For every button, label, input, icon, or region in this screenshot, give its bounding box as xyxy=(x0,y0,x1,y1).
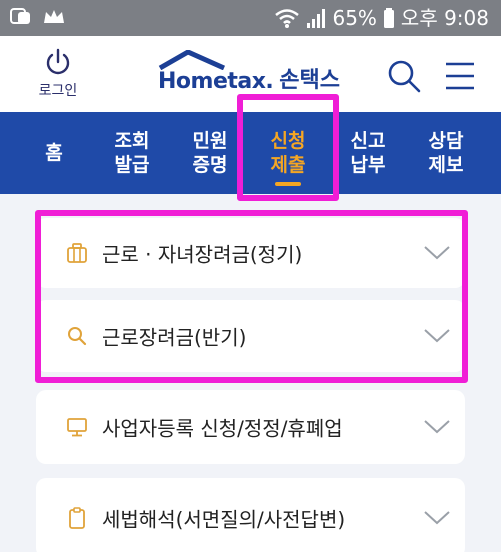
list-item[interactable]: 근로 · 자녀장려금(정기) xyxy=(36,218,465,288)
status-right-icons: 65% 오후 9:08 xyxy=(274,5,489,31)
crown-icon xyxy=(44,10,64,23)
nav-label: 신청 xyxy=(270,130,306,152)
nav-label: 조회 xyxy=(114,130,150,152)
wifi-icon xyxy=(275,9,300,28)
chevron-down-icon xyxy=(424,511,450,525)
list-item-label: 사업자등록 신청/정정/휴폐업 xyxy=(102,416,343,441)
battery-percent: 65% xyxy=(332,6,377,30)
list-item-label: 세법해석(서면질의/사전답변) xyxy=(102,507,346,532)
house-roof-icon xyxy=(158,50,226,70)
signal-icon xyxy=(307,9,326,28)
battery-icon xyxy=(383,8,394,28)
clipboard-icon xyxy=(69,507,85,529)
search-icon xyxy=(388,60,421,93)
list-item[interactable]: 사업자등록 신청/정정/휴폐업 xyxy=(36,390,465,464)
nav-item-report[interactable]: 신고 납부 xyxy=(330,112,406,194)
chevron-down-icon xyxy=(424,420,450,434)
power-icon xyxy=(46,48,70,75)
search-icon xyxy=(68,327,87,346)
list-item-label: 근로 · 자녀장려금(정기) xyxy=(102,242,303,267)
login-label: 로그인 xyxy=(38,83,78,99)
nav-item-home[interactable]: 홈 xyxy=(14,112,94,194)
nav-label: 신고 xyxy=(350,130,386,152)
app-header: 로그인 Hometax. 손택스 xyxy=(0,36,501,112)
nav-label: 민원 xyxy=(192,130,228,152)
nav-label: 발급 xyxy=(114,154,150,176)
status-bar: 65% 오후 9:08 xyxy=(0,0,501,36)
status-time: 오후 9:08 xyxy=(400,6,489,30)
nav-label: 상담 xyxy=(428,130,464,152)
list-item[interactable]: 세법해석(서면질의/사전답변) xyxy=(36,478,465,552)
chevron-down-icon xyxy=(424,246,450,260)
nav-label: 제출 xyxy=(270,154,306,176)
nav-label: 홈 xyxy=(45,142,63,164)
nav-label: 증명 xyxy=(192,154,228,176)
nav-label: 납부 xyxy=(350,154,386,176)
login-button[interactable]: 로그인 xyxy=(28,48,88,104)
logo-text: Hometax. xyxy=(158,69,274,94)
list-item-label: 근로장려금(반기) xyxy=(102,325,247,350)
nav-item-civil[interactable]: 민원 증명 xyxy=(172,112,248,194)
nav-item-inquiry[interactable]: 조회 발급 xyxy=(94,112,170,194)
menu-button[interactable] xyxy=(440,56,480,96)
status-left-icons xyxy=(10,7,66,27)
search-button[interactable] xyxy=(384,56,424,96)
monitor-icon xyxy=(67,418,87,437)
nav-item-consult[interactable]: 상담 제보 xyxy=(408,112,484,194)
main-nav: 홈 조회 발급 민원 증명 신청 제출 신고 납부 상담 제보 xyxy=(0,112,501,194)
hamburger-icon xyxy=(446,62,474,90)
briefcase-icon xyxy=(67,243,87,263)
hometax-logo[interactable]: Hometax. 손택스 xyxy=(158,50,340,94)
logo-kr: 손택스 xyxy=(279,68,341,93)
chevron-down-icon xyxy=(424,329,450,343)
list-item[interactable]: 근로장려금(반기) xyxy=(36,300,465,372)
active-tab-indicator xyxy=(275,182,301,186)
nav-item-apply[interactable]: 신청 제출 xyxy=(250,112,326,194)
app-notification-icon xyxy=(10,8,30,24)
nav-label: 제보 xyxy=(428,154,464,176)
